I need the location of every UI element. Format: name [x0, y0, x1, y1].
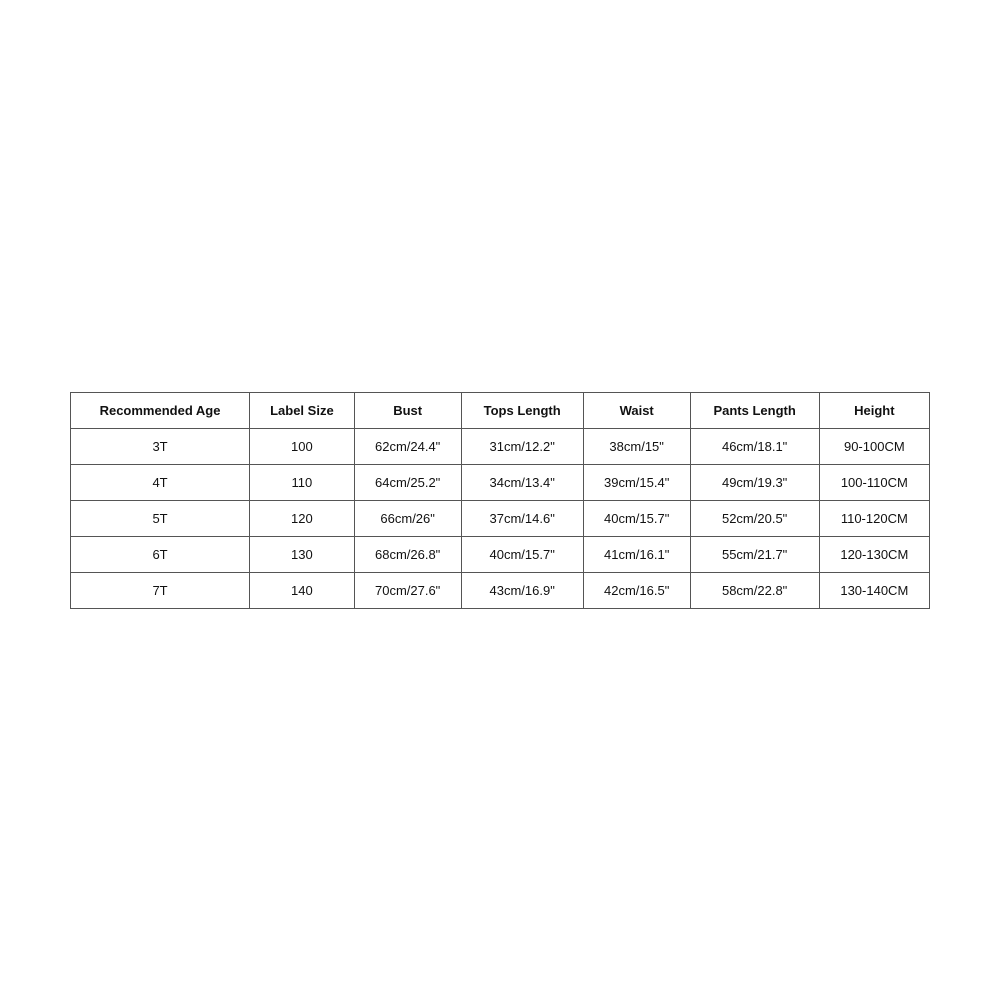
cell-bust: 68cm/26.8"	[354, 536, 461, 572]
cell-tops_length: 43cm/16.9"	[461, 572, 583, 608]
col-header-label-size: Label Size	[250, 392, 355, 428]
table-row: 5T12066cm/26"37cm/14.6"40cm/15.7"52cm/20…	[71, 500, 930, 536]
col-header-height: Height	[819, 392, 929, 428]
cell-pants_length: 46cm/18.1"	[690, 428, 819, 464]
cell-label_size: 130	[250, 536, 355, 572]
table-row: 6T13068cm/26.8"40cm/15.7"41cm/16.1"55cm/…	[71, 536, 930, 572]
cell-bust: 70cm/27.6"	[354, 572, 461, 608]
cell-waist: 38cm/15"	[583, 428, 690, 464]
cell-label_size: 110	[250, 464, 355, 500]
cell-waist: 41cm/16.1"	[583, 536, 690, 572]
cell-waist: 40cm/15.7"	[583, 500, 690, 536]
cell-label_size: 140	[250, 572, 355, 608]
cell-tops_length: 37cm/14.6"	[461, 500, 583, 536]
cell-height: 100-110CM	[819, 464, 929, 500]
cell-pants_length: 49cm/19.3"	[690, 464, 819, 500]
cell-recommended_age: 7T	[71, 572, 250, 608]
table-row: 7T14070cm/27.6"43cm/16.9"42cm/16.5"58cm/…	[71, 572, 930, 608]
cell-recommended_age: 4T	[71, 464, 250, 500]
cell-recommended_age: 5T	[71, 500, 250, 536]
cell-height: 120-130CM	[819, 536, 929, 572]
cell-tops_length: 31cm/12.2"	[461, 428, 583, 464]
cell-recommended_age: 3T	[71, 428, 250, 464]
cell-bust: 66cm/26"	[354, 500, 461, 536]
cell-recommended_age: 6T	[71, 536, 250, 572]
table-row: 4T11064cm/25.2"34cm/13.4"39cm/15.4"49cm/…	[71, 464, 930, 500]
cell-pants_length: 52cm/20.5"	[690, 500, 819, 536]
cell-tops_length: 34cm/13.4"	[461, 464, 583, 500]
col-header-tops-length: Tops Length	[461, 392, 583, 428]
cell-waist: 42cm/16.5"	[583, 572, 690, 608]
size-chart-table: Recommended Age Label Size Bust Tops Len…	[70, 392, 930, 609]
table-row: 3T10062cm/24.4"31cm/12.2"38cm/15"46cm/18…	[71, 428, 930, 464]
cell-tops_length: 40cm/15.7"	[461, 536, 583, 572]
cell-bust: 62cm/24.4"	[354, 428, 461, 464]
col-header-recommended-age: Recommended Age	[71, 392, 250, 428]
cell-bust: 64cm/25.2"	[354, 464, 461, 500]
cell-waist: 39cm/15.4"	[583, 464, 690, 500]
col-header-pants-length: Pants Length	[690, 392, 819, 428]
cell-label_size: 120	[250, 500, 355, 536]
size-chart-container: Recommended Age Label Size Bust Tops Len…	[70, 392, 930, 609]
cell-height: 110-120CM	[819, 500, 929, 536]
cell-pants_length: 55cm/21.7"	[690, 536, 819, 572]
cell-pants_length: 58cm/22.8"	[690, 572, 819, 608]
col-header-waist: Waist	[583, 392, 690, 428]
cell-label_size: 100	[250, 428, 355, 464]
cell-height: 130-140CM	[819, 572, 929, 608]
col-header-bust: Bust	[354, 392, 461, 428]
table-header-row: Recommended Age Label Size Bust Tops Len…	[71, 392, 930, 428]
cell-height: 90-100CM	[819, 428, 929, 464]
